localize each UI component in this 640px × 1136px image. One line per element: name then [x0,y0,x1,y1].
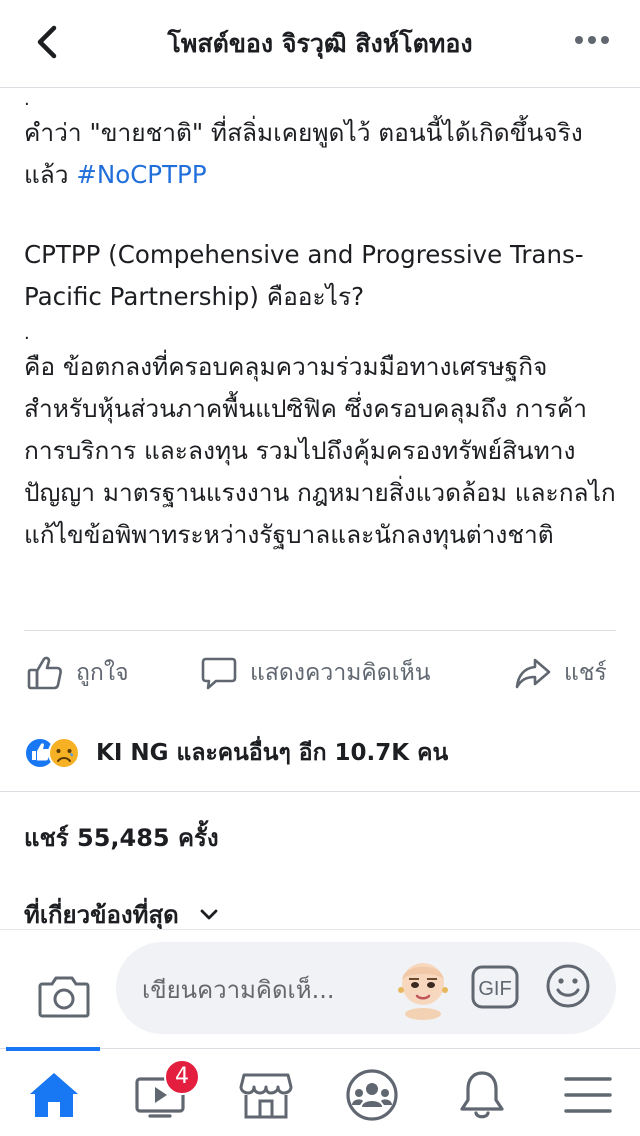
sad-reaction-icon [48,737,80,769]
bottom-tab-bar: 4 [0,1047,640,1136]
groups-icon[interactable] [342,1067,402,1123]
reactions-summary[interactable]: KI NG และคนอื่นๆ อีก 10.7K คน [0,714,640,792]
post-paragraph: คือ ข้อตกลงที่ครอบคลุมความร่วมมือทางเศรษ… [24,352,616,549]
avatar-sticker-icon[interactable] [392,954,454,1020]
comment-label: แสดงความคิดเห็น [250,660,431,686]
page-title: โพสต์ของ จิรวุฒิ สิงห์โตทอง [167,29,473,58]
gif-button[interactable]: GIF [470,964,520,1010]
chevron-left-icon[interactable] [28,22,68,62]
share-arrow-icon [515,658,551,689]
emoji-icon[interactable] [544,962,592,1010]
hashtag-link[interactable]: #NoCPTPP [76,160,206,189]
post-actions: ถูกใจ แสดงความคิดเห็น แชร์ [24,630,616,714]
sort-label: ที่เกี่ยวข้องที่สุด [24,901,179,929]
reaction-icons [24,737,80,769]
home-icon[interactable] [24,1067,84,1123]
post-separator-dot: . [24,323,30,344]
gif-label: GIF [478,978,511,1000]
post-separator-dot: . [24,89,30,110]
comment-icon [201,657,237,690]
share-button[interactable]: แชร์ [514,651,607,695]
share-label: แชร์ [564,660,607,686]
post-paragraph: CPTPP (Compehensive and Progressive Tran… [24,240,584,311]
thumbs-up-icon [27,656,62,690]
like-label: ถูกใจ [76,660,129,686]
marketplace-icon[interactable] [236,1067,296,1123]
more-horizontal-icon[interactable] [574,30,610,50]
notifications-icon[interactable] [452,1067,512,1123]
camera-icon[interactable] [38,974,90,1018]
comment-input[interactable]: เขียนความคิดเห็... GIF [116,942,616,1034]
comment-placeholder: เขียนความคิดเห็... [142,976,335,1004]
comment-button[interactable]: แสดงความคิดเห็น [200,651,430,695]
watch-badge: 4 [164,1059,200,1095]
active-tab-indicator [6,1047,100,1051]
top-bar: โพสต์ของ จิรวุฒิ สิงห์โตทอง [0,0,640,88]
comment-sort-dropdown[interactable]: ที่เกี่ยวข้องที่สุด [24,895,219,934]
like-button[interactable]: ถูกใจ [26,651,129,695]
share-count[interactable]: แชร์ 55,485 ครั้ง [24,818,219,857]
menu-icon[interactable] [558,1067,618,1123]
reactions-text: KI NG และคนอื่นๆ อีก 10.7K คน [96,740,449,766]
post-paragraph: คำว่า "ขายชาติ" ที่สลิ่มเคยพูดไว้ ตอนนี้… [24,112,616,196]
post-body: . คำว่า "ขายชาติ" ที่สลิ่มเคยพูดไว้ ตอนน… [24,89,616,556]
chevron-down-icon [200,909,218,919]
comment-composer: เขียนความคิดเห็... GIF [0,930,640,1048]
